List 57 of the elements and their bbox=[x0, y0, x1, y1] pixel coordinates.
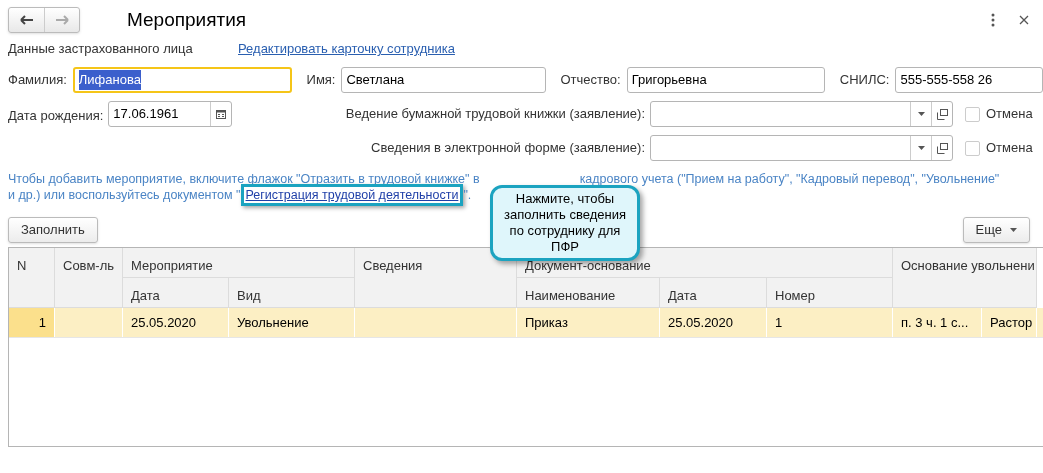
close-icon[interactable] bbox=[1019, 15, 1029, 25]
info-text: и др.) или воспользуйтесь документом " bbox=[8, 187, 241, 203]
checkbox-label: Отмена bbox=[986, 139, 1033, 158]
column-header: Дата bbox=[123, 278, 229, 308]
arrow-right-icon bbox=[55, 15, 69, 25]
column-header: Наименование bbox=[517, 278, 660, 308]
column-header: Мероприятие bbox=[123, 248, 355, 278]
table-row[interactable]: 1 25.05.2020 Увольнение Приказ 25.05.2020 1 п. 3 ч. 1 с... Растор bbox=[9, 308, 1043, 338]
column-header: Номер bbox=[767, 278, 893, 308]
text-field[interactable]: 555-555-558 26 bbox=[895, 67, 1043, 93]
arrow-left-icon bbox=[19, 15, 34, 25]
more-icon[interactable] bbox=[991, 13, 995, 27]
dropdown-field[interactable] bbox=[650, 101, 953, 127]
caret-icon[interactable] bbox=[917, 112, 925, 116]
open-window-icon[interactable] bbox=[936, 142, 948, 154]
table-cell-text: 1 bbox=[38, 313, 46, 332]
cancel-checkbox[interactable] bbox=[965, 140, 980, 156]
registration-link[interactable]: Регистрация трудовой деятельности bbox=[245, 188, 459, 202]
table-cell-text: 1 bbox=[775, 313, 783, 332]
section-label: Данные застрахованного лица bbox=[8, 40, 194, 59]
cancel-checkbox[interactable] bbox=[965, 106, 980, 122]
column-header: Сведения bbox=[355, 248, 517, 308]
info-text: ". bbox=[463, 187, 472, 203]
caret-icon bbox=[1010, 228, 1017, 232]
info-text: кадрового учета ("Прием на работу", "Кадровый перевод", "Увольнение" bbox=[579, 171, 1000, 187]
column-header: N bbox=[9, 248, 55, 308]
table-cell-text: п. 3 ч. 1 с... bbox=[901, 313, 969, 332]
text-field[interactable]: Светлана bbox=[341, 67, 546, 93]
table-cell-text: Приказ bbox=[525, 313, 568, 332]
checkbox-label: Отмена bbox=[986, 105, 1033, 124]
date-field[interactable]: 17.06.1961 bbox=[108, 101, 233, 127]
fill-button[interactable]: Заполнить bbox=[8, 217, 98, 243]
edit-employee-link[interactable]: Редактировать карточку сотрудника bbox=[238, 39, 455, 59]
table-cell-text: 25.05.2020 bbox=[131, 313, 197, 332]
field-label: Фамилия: bbox=[8, 71, 67, 90]
text-field[interactable]: Григорьевна bbox=[626, 67, 825, 93]
field-label: СНИЛС: bbox=[839, 71, 890, 90]
more-button[interactable]: Еще bbox=[962, 217, 1030, 243]
caret-icon[interactable] bbox=[917, 146, 925, 150]
open-window-icon[interactable] bbox=[936, 108, 948, 120]
column-header: Совм-ль bbox=[55, 248, 123, 308]
callout-tooltip: Нажмите, чтобы заполнить сведения по сотруднику для ПФР bbox=[490, 185, 640, 261]
field-label: Имя: bbox=[306, 71, 336, 90]
column-header: Дата bbox=[660, 278, 767, 308]
field-label: Ведение бумажной трудовой книжки (заявление): bbox=[344, 105, 646, 124]
table-cell-text: Растор bbox=[990, 313, 1033, 332]
column-header: Вид bbox=[229, 278, 355, 308]
table-cell-text: 25.05.2020 bbox=[668, 313, 734, 332]
window-title: Мероприятия bbox=[127, 7, 247, 32]
field-label: Отчество: bbox=[560, 71, 621, 90]
field-label: Дата рождения: bbox=[8, 107, 104, 125]
calendar-icon[interactable] bbox=[216, 109, 227, 119]
column-header: Основание увольнени bbox=[893, 248, 1037, 308]
text-field[interactable]: Лифанова bbox=[72, 67, 292, 93]
dropdown-field[interactable] bbox=[650, 135, 953, 161]
field-label: Сведения в электронной форме (заявление): bbox=[370, 139, 646, 158]
table-cell-text: Увольнение bbox=[237, 313, 309, 332]
